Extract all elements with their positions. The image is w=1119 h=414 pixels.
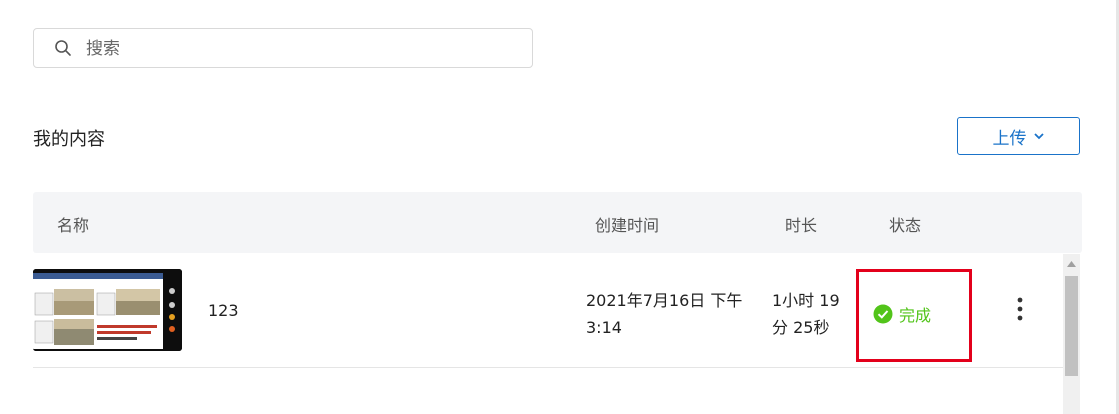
check-circle-icon (873, 304, 893, 324)
column-header-duration[interactable]: 时长 (785, 212, 817, 236)
table-row[interactable]: 123 2021年7月16日 下午 3:14 1小时 19 分 25秒 完成 (33, 254, 1063, 368)
search-input[interactable] (84, 36, 508, 62)
chevron-down-icon (1033, 133, 1044, 140)
column-header-status[interactable]: 状态 (889, 212, 921, 236)
column-header-created[interactable]: 创建时间 (595, 212, 659, 236)
row-created-date: 2021年7月16日 下午 (586, 291, 743, 310)
upload-button-label: 上传 (992, 128, 1027, 148)
row-duration-line1: 1小时 19 (772, 291, 840, 310)
upload-button[interactable]: 上传 (957, 117, 1080, 155)
table-header: 名称 创建时间 时长 状态 (33, 192, 1082, 253)
status-highlight-box: 完成 (856, 269, 972, 362)
more-vertical-icon[interactable] (1008, 294, 1032, 324)
row-created-time: 3:14 (586, 318, 622, 337)
search-box[interactable] (33, 28, 533, 68)
column-header-name[interactable]: 名称 (57, 212, 89, 236)
status-label: 完成 (899, 306, 932, 325)
scrollbar-thumb[interactable] (1065, 276, 1078, 376)
row-duration-line2: 分 25秒 (772, 318, 830, 337)
row-created: 2021年7月16日 下午 3:14 (586, 287, 756, 341)
scrollbar[interactable] (1063, 254, 1080, 414)
scroll-up-arrow-icon[interactable] (1063, 254, 1080, 274)
search-icon (55, 40, 71, 56)
row-duration: 1小时 19 分 25秒 (772, 287, 852, 341)
section-title: 我的内容 (33, 129, 105, 150)
status-badge: 完成 (873, 302, 931, 326)
row-name[interactable]: 123 (208, 301, 239, 320)
video-thumbnail[interactable] (33, 269, 182, 351)
thumbnail-image (33, 269, 182, 351)
